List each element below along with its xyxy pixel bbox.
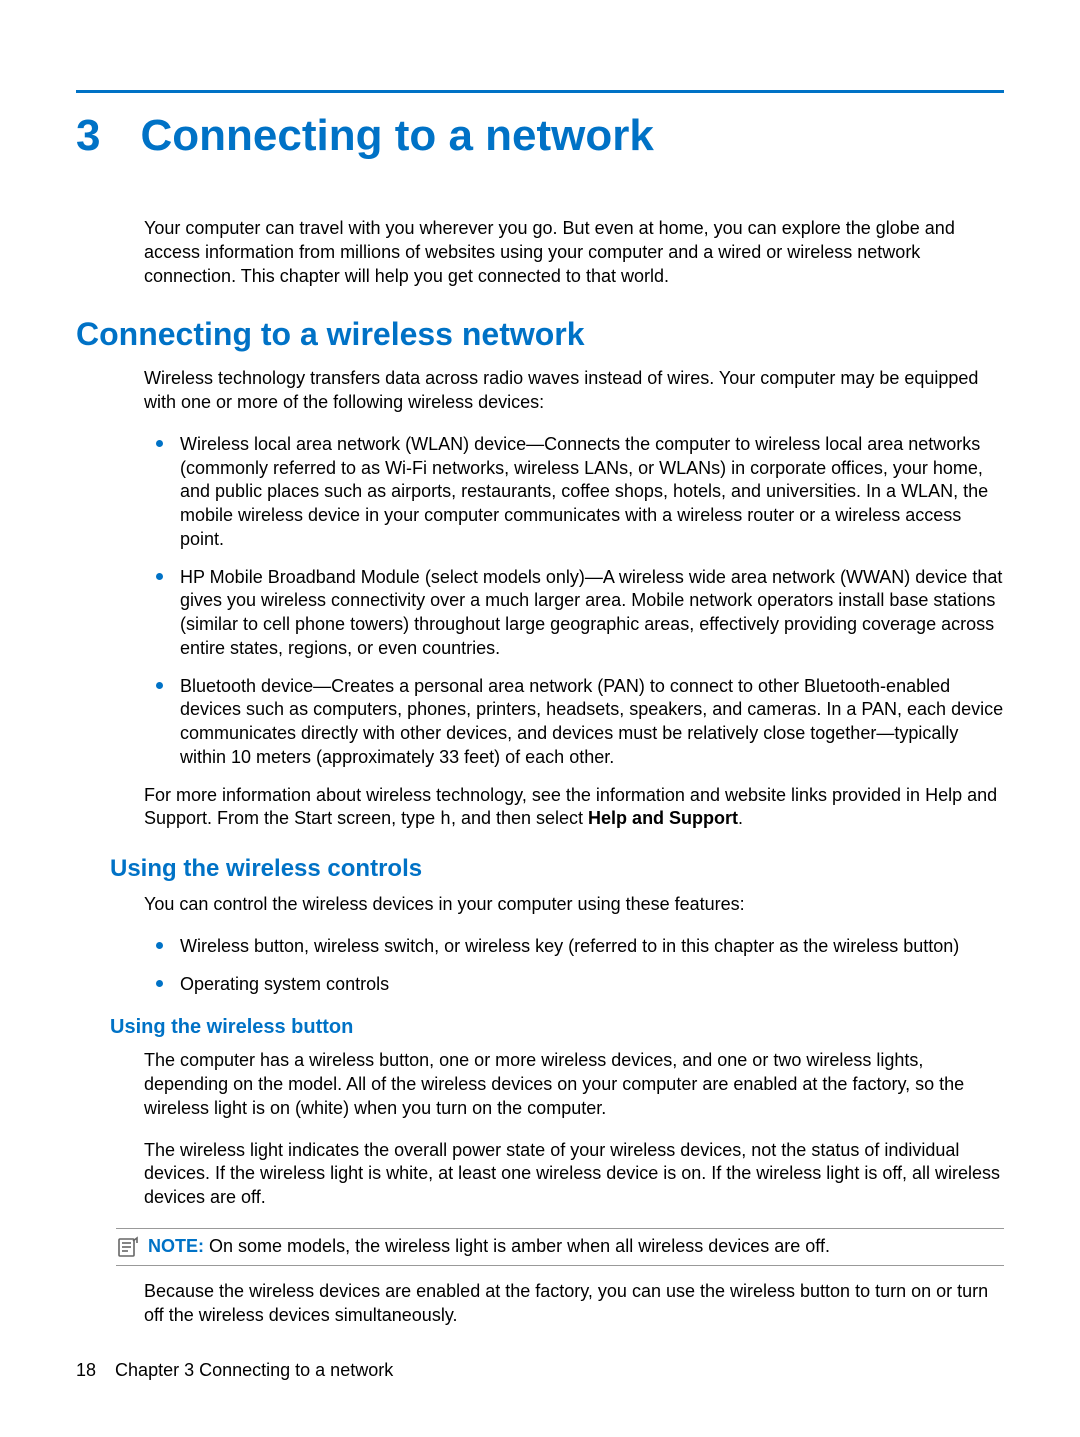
chapter-heading: 3 Connecting to a network xyxy=(76,111,1004,161)
page-number: 18 xyxy=(76,1360,96,1380)
list-item: Operating system controls xyxy=(144,973,1004,997)
section2-body: You can control the wireless devices in … xyxy=(144,893,1004,996)
section3-p2: The wireless light indicates the overall… xyxy=(144,1139,1004,1210)
note-callout: NOTE: On some models, the wireless light… xyxy=(116,1228,1004,1266)
section1-intro: Wireless technology transfers data acros… xyxy=(144,367,1004,415)
section-heading-wireless-network: Connecting to a wireless network xyxy=(76,316,1004,353)
list-item: Wireless button, wireless switch, or wir… xyxy=(144,935,1004,959)
section1-list: Wireless local area network (WLAN) devic… xyxy=(144,433,1004,770)
section1-outro: For more information about wireless tech… xyxy=(144,784,1004,834)
chapter-title: Connecting to a network xyxy=(140,111,653,161)
section2-intro: You can control the wireless devices in … xyxy=(144,893,1004,917)
outro-post: . xyxy=(738,808,743,828)
section3-p1: The computer has a wireless button, one … xyxy=(144,1049,1004,1120)
intro-paragraph: Your computer can travel with you wherev… xyxy=(144,217,1004,288)
list-item: Wireless local area network (WLAN) devic… xyxy=(144,433,1004,552)
footer-chapter-label: Chapter 3 Connecting to a network xyxy=(115,1360,393,1380)
page-footer: 18 Chapter 3 Connecting to a network xyxy=(76,1360,393,1381)
section-heading-wireless-button: Using the wireless button xyxy=(110,1016,1004,1039)
list-item: HP Mobile Broadband Module (select model… xyxy=(144,566,1004,661)
note-content: NOTE: On some models, the wireless light… xyxy=(148,1235,830,1259)
outro-code: h xyxy=(440,810,451,830)
outro-mid: , and then select xyxy=(451,808,588,828)
list-item: Bluetooth device—Creates a personal area… xyxy=(144,675,1004,770)
section-heading-wireless-controls: Using the wireless controls xyxy=(110,855,1004,883)
top-rule xyxy=(76,90,1004,93)
section3-body: The computer has a wireless button, one … xyxy=(144,1049,1004,1327)
intro-text: Your computer can travel with you wherev… xyxy=(144,217,1004,288)
section3-p3: Because the wireless devices are enabled… xyxy=(144,1280,1004,1328)
outro-bold: Help and Support xyxy=(588,808,738,828)
note-icon xyxy=(116,1235,140,1259)
note-text: On some models, the wireless light is am… xyxy=(209,1236,830,1256)
chapter-number: 3 xyxy=(76,111,100,161)
section1-body: Wireless technology transfers data acros… xyxy=(144,367,1004,833)
section2-list: Wireless button, wireless switch, or wir… xyxy=(144,935,1004,997)
note-label: NOTE: xyxy=(148,1236,204,1256)
page: 3 Connecting to a network Your computer … xyxy=(0,0,1080,1437)
